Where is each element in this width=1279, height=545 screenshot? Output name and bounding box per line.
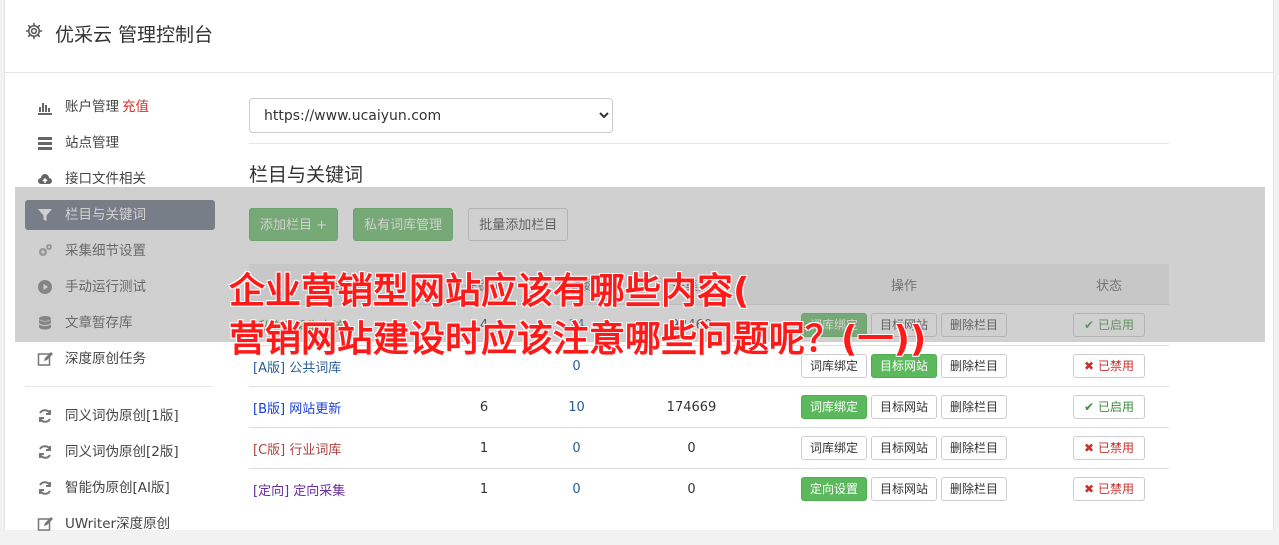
site-select[interactable]: https://www.ucaiyun.com [249,98,613,133]
target-site-button[interactable]: 目标网站 [870,436,937,460]
status-toggle[interactable]: ✔ 已启用 [1073,395,1145,419]
delete-column-button[interactable]: 删除栏目 [941,395,1008,419]
page-title: 优采云 管理控制台 [55,24,214,46]
status-label: 已启用 [1097,400,1134,414]
column-name[interactable]: 定向采集 [293,484,345,499]
sidebar-item-label: 栏目与关键词 [65,207,146,223]
private-lib-button[interactable]: 私有词库管理 [353,208,454,241]
status-label: 已禁用 [1097,441,1134,455]
count-cell: 0 [624,468,759,509]
target-site-button[interactable]: 目标网站 [870,477,937,501]
sidebar-item-label: 同义词伪原创[1版] [65,408,179,424]
sidebar-item-uwriter[interactable]: UWriter深度原创 [25,509,215,539]
sidebar-item-label: 文章暂存库 [65,315,133,331]
sidebar-item-label: 采集细节设置 [65,243,146,259]
column-name-cell[interactable]: [C版] 行业词库 [249,427,439,469]
batch-add-button[interactable]: 批量添加栏目 [468,208,569,241]
database-icon [38,316,52,330]
count-cell[interactable]: 10 [529,386,624,428]
overlay-headline: 企业营销型网站应该有哪些内容( 营销网站建设时应该注意哪些问题呢？(一)) [229,268,1229,364]
count-cell[interactable]: 0 [529,468,624,509]
sidebar-item-deep-original[interactable]: 深度原创任务 [25,344,215,374]
sidebar-item-label: 同义词伪原创[2版] [65,444,179,460]
column-tag: [C版] [253,442,286,458]
server-icon [38,137,52,150]
app-frame: 优采云 管理控制台 账户管理 充值 站点管理 接口文件相关 栏目与关键词 采集细节… [4,0,1274,532]
column-name-cell[interactable]: [定向] 定向采集 [249,468,439,509]
recharge-link[interactable]: 充值 [122,99,149,115]
sidebar-item-collect-settings[interactable]: 采集细节设置 [25,236,215,266]
sidebar-item-synonym-v2[interactable]: 同义词伪原创[2版] [25,437,215,467]
header: 优采云 管理控制台 [5,0,1273,73]
cross-icon: ✖ [1084,482,1095,496]
edit-icon [37,352,53,366]
delete-column-button[interactable]: 删除栏目 [941,436,1008,460]
column-name[interactable]: 行业词库 [289,443,341,458]
sidebar-item-sites[interactable]: 站点管理 [25,128,215,158]
status-label: 已禁用 [1097,482,1134,496]
status-cell: ✔ 已启用 [1049,386,1169,428]
table-row: [定向] 定向采集 1 0 0 定向设置 目标网站 删除栏目 ✖ 已禁用 [249,468,1169,509]
status-cell: ✖ 已禁用 [1049,427,1169,469]
sidebar-item-label: 深度原创任务 [65,351,146,367]
column-name[interactable]: 网站更新 [289,402,341,417]
cloud-upload-icon [38,174,52,184]
directed-settings-button[interactable]: 定向设置 [800,477,867,501]
divider [249,143,1169,144]
actions-cell: 词库绑定 目标网站 删除栏目 [759,386,1049,428]
actions-cell: 定向设置 目标网站 删除栏目 [759,468,1049,509]
cross-icon: ✖ [1084,441,1095,455]
toolbar: 添加栏目 + 私有词库管理 批量添加栏目 [249,208,578,241]
target-site-button[interactable]: 目标网站 [870,395,937,419]
count-cell: 174669 [624,386,759,428]
column-name-cell[interactable]: [B版] 网站更新 [249,386,439,428]
sidebar-item-label: 手动运行测试 [65,279,146,295]
sidebar-item-interface-files[interactable]: 接口文件相关 [25,164,215,194]
column-tag: [定向] [253,483,290,499]
play-circle-icon [38,280,52,294]
delete-column-button[interactable]: 删除栏目 [941,477,1008,501]
sidebar-item-columns-keywords[interactable]: 栏目与关键词 [25,200,215,230]
column-tag: [B版] [253,401,286,417]
sidebar-item-account[interactable]: 账户管理 充值 [25,92,215,122]
refresh-icon [39,409,51,423]
status-cell: ✖ 已禁用 [1049,468,1169,509]
headline-line-2: 营销网站建设时应该注意哪些问题呢？(一)) [229,319,927,360]
status-toggle[interactable]: ✖ 已禁用 [1073,436,1145,460]
bind-lib-button[interactable]: 词库绑定 [800,436,867,460]
sidebar-item-label: 账户管理 [65,99,119,115]
gear-icon [25,22,43,40]
sidebar-item-ai-rewrite[interactable]: 智能伪原创[AI版] [25,473,215,503]
sidebar-item-manual-test[interactable]: 手动运行测试 [25,272,215,302]
sidebar-item-label: 接口文件相关 [65,171,146,187]
count-cell: 0 [624,427,759,469]
sidebar: 账户管理 充值 站点管理 接口文件相关 栏目与关键词 采集细节设置 手动运行测试 … [25,92,215,545]
refresh-icon [39,481,51,495]
check-icon: ✔ [1084,400,1095,414]
sidebar-divider [25,386,213,387]
count-cell: 1 [439,468,529,509]
section-title: 栏目与关键词 [249,164,364,186]
table-row: [C版] 行业词库 1 0 0 词库绑定 目标网站 删除栏目 ✖ 已禁用 [249,427,1169,469]
bar-chart-icon [38,103,52,115]
sidebar-item-article-store[interactable]: 文章暂存库 [25,308,215,338]
count-cell[interactable]: 0 [529,427,624,469]
actions-cell: 词库绑定 目标网站 删除栏目 [759,427,1049,469]
status-toggle[interactable]: ✖ 已禁用 [1073,477,1145,501]
refresh-icon [39,445,51,459]
count-cell: 1 [439,427,529,469]
table-row: [B版] 网站更新 6 10 174669 词库绑定 目标网站 删除栏目 ✔ 已启用 [249,386,1169,428]
sidebar-item-label: 智能伪原创[AI版] [65,480,170,496]
add-column-button[interactable]: 添加栏目 + [249,208,339,241]
sidebar-item-label: 站点管理 [65,135,119,151]
gears-icon [39,244,52,256]
headline-line-1: 企业营销型网站应该有哪些内容( [229,271,750,312]
count-cell: 6 [439,386,529,428]
sidebar-item-synonym-v1[interactable]: 同义词伪原创[1版] [25,401,215,431]
filter-icon [38,209,52,221]
bind-lib-button[interactable]: 词库绑定 [800,395,867,419]
